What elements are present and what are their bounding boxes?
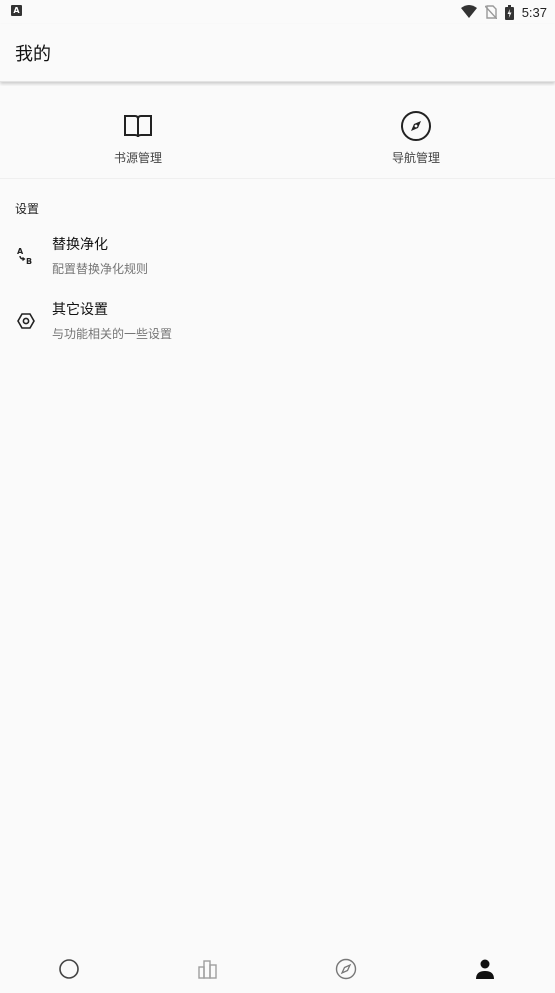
navigation-management-label: 导航管理 xyxy=(391,151,440,165)
no-sim-icon xyxy=(484,5,497,19)
text-replace-icon: A B xyxy=(17,247,32,266)
compass-icon xyxy=(335,958,357,980)
page-title: 我的 xyxy=(15,44,51,65)
app-notification-icon: A xyxy=(11,5,22,16)
svg-text:B: B xyxy=(26,257,32,266)
nav-item-my[interactable] xyxy=(416,945,554,993)
status-time: 5:37 xyxy=(521,4,547,20)
bookshelf-icon xyxy=(198,960,217,979)
battery-icon xyxy=(504,4,514,20)
circle-icon xyxy=(59,959,79,979)
app-bar: 我的 xyxy=(0,24,555,82)
settings-section-title: 设置 xyxy=(15,202,40,216)
svg-text:A: A xyxy=(17,247,24,256)
quick-actions: 书源管理 导航管理 xyxy=(0,86,555,179)
replace-purify-title: 替换净化 xyxy=(52,237,108,253)
book-source-management-button[interactable]: 书源管理 xyxy=(38,86,238,178)
replace-purify-item[interactable]: A B 替换净化 配置替换净化规则 xyxy=(0,234,555,292)
other-settings-title: 其它设置 xyxy=(52,302,108,318)
navigation-management-button[interactable]: 导航管理 xyxy=(316,86,516,178)
replace-purify-subtitle: 配置替换净化规则 xyxy=(52,262,149,276)
bottom-navigation xyxy=(0,945,555,993)
book-source-management-label: 书源管理 xyxy=(113,151,162,165)
status-icons: 5:37 xyxy=(460,2,547,22)
wifi-icon xyxy=(460,5,477,18)
status-bar: A 5:37 xyxy=(0,0,555,24)
compass-icon xyxy=(401,111,431,141)
other-settings-subtitle: 与功能相关的一些设置 xyxy=(52,327,173,341)
other-settings-item[interactable]: 其它设置 与功能相关的一些设置 xyxy=(0,299,555,357)
settings-gear-icon xyxy=(17,313,35,329)
person-icon xyxy=(476,959,494,979)
nav-item-home[interactable] xyxy=(0,945,138,993)
nav-item-explore[interactable] xyxy=(277,945,415,993)
book-open-icon xyxy=(124,115,152,138)
nav-item-bookshelf[interactable] xyxy=(139,945,277,993)
